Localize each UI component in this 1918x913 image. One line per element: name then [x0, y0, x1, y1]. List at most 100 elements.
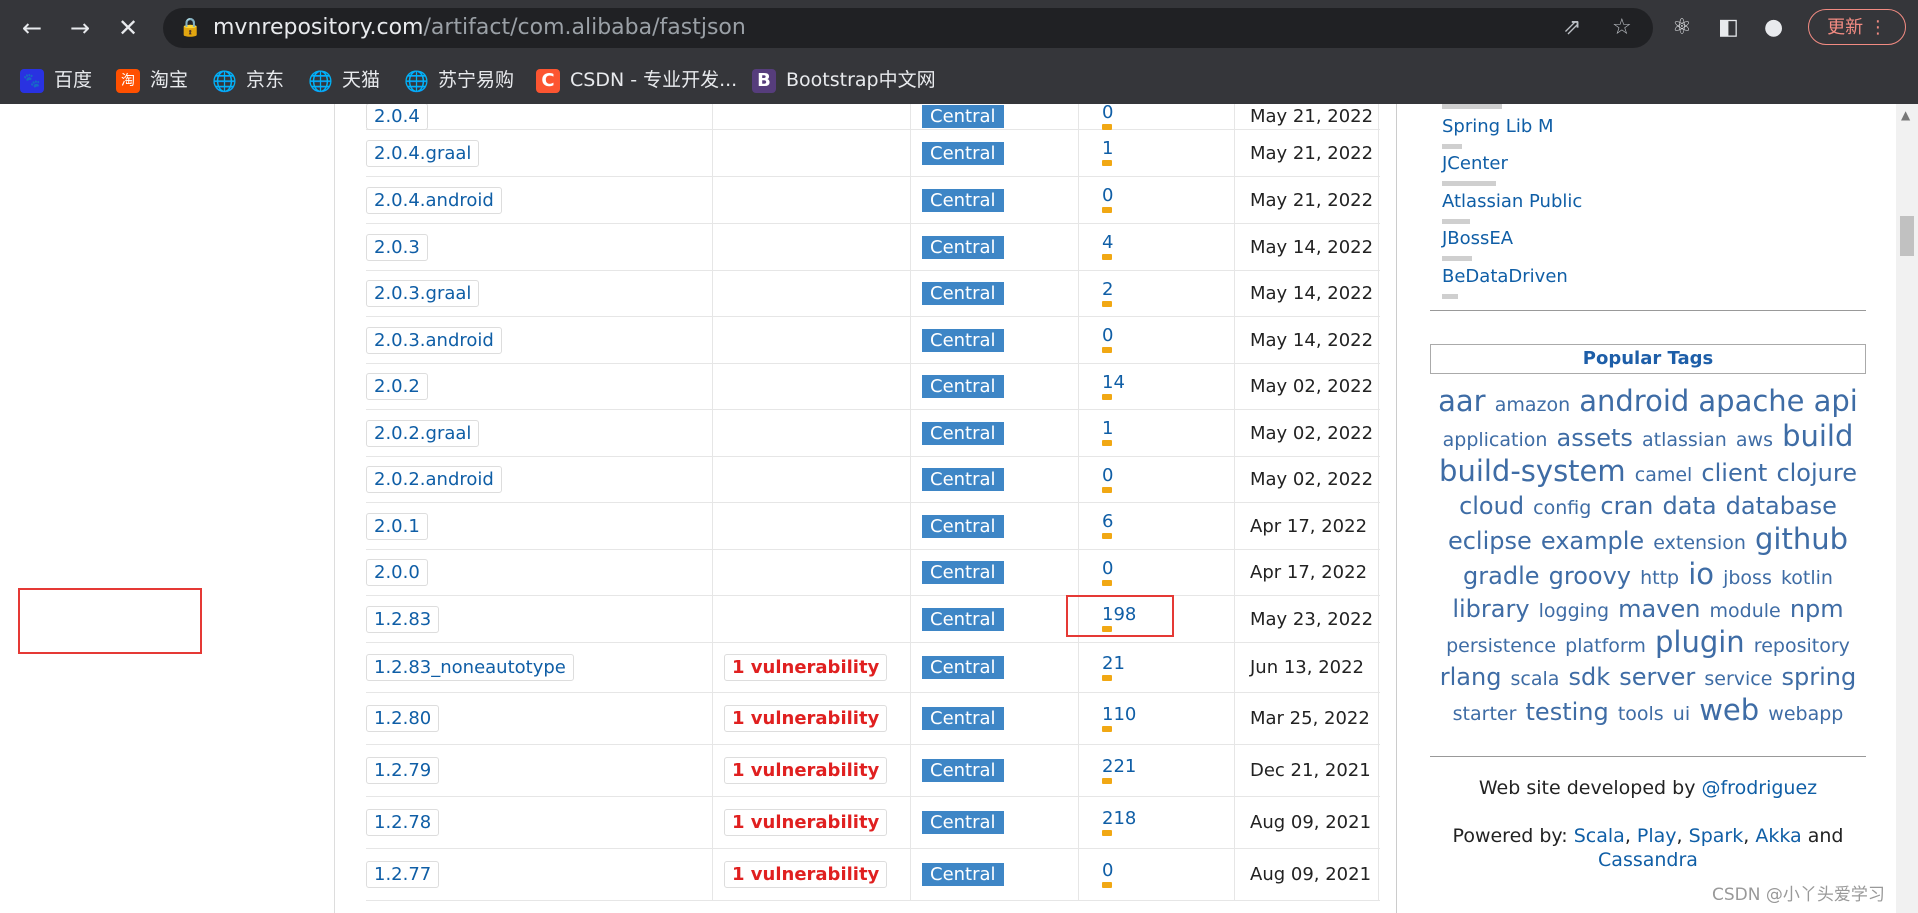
- tag-link[interactable]: groovy: [1549, 562, 1631, 590]
- tag-link[interactable]: module: [1710, 600, 1781, 622]
- play-link[interactable]: Play: [1637, 825, 1677, 847]
- tag-link[interactable]: http: [1640, 567, 1679, 589]
- bookmark-suning[interactable]: 🌐 苏宁易购: [404, 56, 514, 104]
- tag-link[interactable]: android: [1579, 384, 1689, 418]
- tag-link[interactable]: camel: [1635, 464, 1693, 486]
- tag-link[interactable]: aws: [1736, 429, 1773, 451]
- repository-link[interactable]: BeDataDriven: [1442, 266, 1568, 287]
- tag-link[interactable]: library: [1452, 595, 1529, 623]
- tag-link[interactable]: maven: [1618, 595, 1700, 623]
- back-arrow-icon[interactable]: ←: [14, 10, 50, 46]
- tag-link[interactable]: github: [1755, 522, 1848, 556]
- extensions-puzzle-icon[interactable]: ⚛: [1672, 10, 1692, 46]
- usages-link[interactable]: 0: [1102, 327, 1113, 353]
- usages-link[interactable]: 4: [1102, 234, 1113, 260]
- version-link[interactable]: 1.2.78: [366, 809, 440, 836]
- usages-link[interactable]: 221: [1102, 757, 1136, 784]
- update-button[interactable]: 更新 ⋮: [1808, 9, 1906, 45]
- version-link[interactable]: 2.0.4.graal: [366, 139, 480, 167]
- tag-link[interactable]: example: [1541, 527, 1644, 555]
- usages-link[interactable]: 0: [1102, 861, 1113, 888]
- version-link[interactable]: 2.0.3: [366, 233, 428, 261]
- tag-link[interactable]: atlassian: [1642, 429, 1727, 451]
- tag-link[interactable]: build-system: [1439, 454, 1626, 488]
- bookmark-taobao[interactable]: 淘淘宝: [116, 56, 188, 104]
- address-bar[interactable]: 🔒 mvnrepository.com/artifact/com.alibaba…: [163, 8, 1653, 48]
- tag-link[interactable]: tools: [1618, 703, 1664, 725]
- tag-link[interactable]: ui: [1673, 703, 1690, 725]
- usages-link[interactable]: 0: [1102, 104, 1113, 130]
- page-scrollbar[interactable]: ▲: [1896, 104, 1918, 913]
- vulnerability-badge[interactable]: 1 vulnerability: [724, 654, 888, 681]
- star-bookmark-icon[interactable]: ☆: [1612, 8, 1632, 48]
- tag-link[interactable]: web: [1699, 693, 1759, 727]
- akka-link[interactable]: Akka: [1755, 825, 1801, 847]
- tag-link[interactable]: build: [1782, 419, 1853, 453]
- usages-link[interactable]: 0: [1102, 559, 1113, 586]
- usages-link[interactable]: 0: [1102, 187, 1113, 213]
- usages-link[interactable]: 6: [1102, 513, 1113, 539]
- usages-link[interactable]: 21: [1102, 654, 1125, 681]
- vulnerability-badge[interactable]: 1 vulnerability: [724, 809, 888, 836]
- repository-badge[interactable]: Central: [922, 141, 1004, 165]
- version-link[interactable]: 1.2.79: [366, 757, 440, 784]
- tag-link[interactable]: apache: [1698, 384, 1804, 418]
- version-link[interactable]: 2.0.3.graal: [366, 280, 480, 307]
- version-link[interactable]: 2.0.0: [366, 559, 428, 586]
- scrollbar-thumb[interactable]: [1900, 216, 1914, 256]
- tag-link[interactable]: testing: [1526, 698, 1609, 726]
- repository-badge[interactable]: Central: [922, 656, 1004, 679]
- repository-badge[interactable]: Central: [922, 707, 1004, 730]
- bookmark-csdn[interactable]: C CSDN - 专业开发...: [536, 56, 737, 104]
- version-link[interactable]: 2.0.2.graal: [366, 419, 480, 447]
- version-link[interactable]: 2.0.4.android: [366, 186, 502, 214]
- tag-link[interactable]: eclipse: [1448, 527, 1532, 555]
- side-panel-icon[interactable]: ◧: [1718, 10, 1739, 46]
- version-link[interactable]: 1.2.83: [366, 605, 440, 633]
- tag-link[interactable]: application: [1443, 429, 1548, 451]
- usages-link[interactable]: 14: [1102, 373, 1125, 400]
- tag-link[interactable]: repository: [1754, 635, 1850, 657]
- profile-avatar-icon[interactable]: ●: [1764, 10, 1783, 46]
- repository-link[interactable]: Atlassian Public: [1442, 191, 1582, 212]
- tag-link[interactable]: clojure: [1776, 459, 1857, 487]
- repository-badge[interactable]: Central: [922, 468, 1004, 491]
- repository-badge[interactable]: Central: [922, 188, 1004, 212]
- tag-link[interactable]: api: [1814, 384, 1858, 418]
- tag-link[interactable]: scala: [1511, 668, 1560, 690]
- repository-badge[interactable]: Central: [922, 759, 1004, 782]
- vulnerability-badge[interactable]: 1 vulnerability: [724, 861, 888, 888]
- usages-link[interactable]: 1: [1102, 140, 1113, 166]
- repository-badge[interactable]: Central: [922, 421, 1004, 445]
- version-link[interactable]: 2.0.2.android: [366, 466, 502, 493]
- repository-badge[interactable]: Central: [922, 514, 1004, 538]
- tag-link[interactable]: sdk: [1569, 663, 1611, 691]
- repository-link[interactable]: JCenter: [1442, 153, 1508, 174]
- tag-link[interactable]: client: [1701, 459, 1767, 487]
- tag-link[interactable]: config: [1533, 497, 1591, 519]
- bookmark-jd[interactable]: 🌐 京东: [212, 56, 284, 104]
- tag-link[interactable]: kotlin: [1781, 567, 1833, 589]
- repository-link[interactable]: Spring Lib M: [1442, 116, 1554, 137]
- repository-badge[interactable]: Central: [922, 235, 1004, 259]
- tag-link[interactable]: jboss: [1723, 567, 1772, 589]
- tag-link[interactable]: spring: [1782, 663, 1857, 691]
- tag-link[interactable]: extension: [1653, 532, 1746, 554]
- developer-link[interactable]: @frodriguez: [1701, 777, 1817, 799]
- repository-badge[interactable]: Central: [922, 561, 1004, 584]
- tag-link[interactable]: rlang: [1440, 663, 1502, 691]
- spark-link[interactable]: Spark: [1689, 825, 1744, 847]
- vulnerability-badge[interactable]: 1 vulnerability: [724, 705, 888, 732]
- version-link[interactable]: 1.2.77: [366, 861, 440, 888]
- share-icon[interactable]: ⇗: [1563, 8, 1581, 48]
- tag-link[interactable]: amazon: [1495, 394, 1570, 416]
- tag-link[interactable]: persistence: [1446, 635, 1556, 657]
- version-link[interactable]: 2.0.1: [366, 512, 428, 540]
- repository-badge[interactable]: Central: [922, 863, 1004, 886]
- repository-badge[interactable]: Central: [922, 375, 1004, 398]
- version-link[interactable]: 2.0.3.android: [366, 326, 502, 354]
- stop-loading-icon[interactable]: ✕: [110, 10, 146, 46]
- tag-link[interactable]: service: [1704, 668, 1772, 690]
- tag-link[interactable]: npm: [1790, 595, 1844, 623]
- tag-link[interactable]: cloud: [1459, 492, 1524, 520]
